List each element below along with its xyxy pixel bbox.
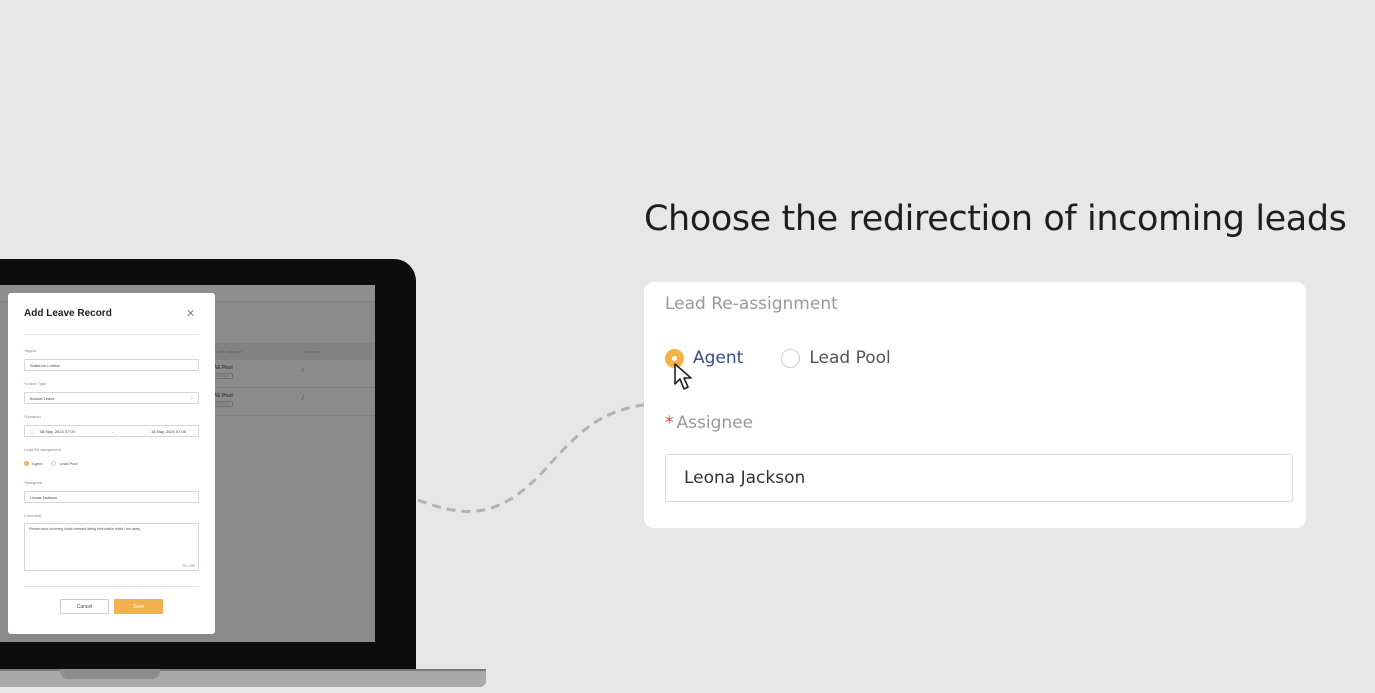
assignee-label: *Assignee xyxy=(665,413,753,433)
assignee-label-text: Assignee xyxy=(676,413,754,433)
radio-label-lead-pool: Lead Pool xyxy=(809,348,891,368)
lead-reassignment-card: Lead Re-assignment Agent Lead Pool * Assi… xyxy=(644,282,1306,528)
headline: Choose the redirection of incoming leads xyxy=(644,199,1347,239)
card-title: Lead Re-assignment xyxy=(665,294,838,314)
mouse-pointer-icon xyxy=(674,363,692,390)
radio-unchecked-icon[interactable] xyxy=(781,348,801,368)
reassignment-radio-group: Agent Lead Pool xyxy=(665,348,891,368)
assignee-field[interactable]: Leona Jackson xyxy=(665,454,1293,502)
radio-option-lead-pool[interactable]: Lead Pool xyxy=(781,348,891,368)
radio-label-agent: Agent xyxy=(693,348,744,368)
required-asterisk: * xyxy=(665,413,674,433)
